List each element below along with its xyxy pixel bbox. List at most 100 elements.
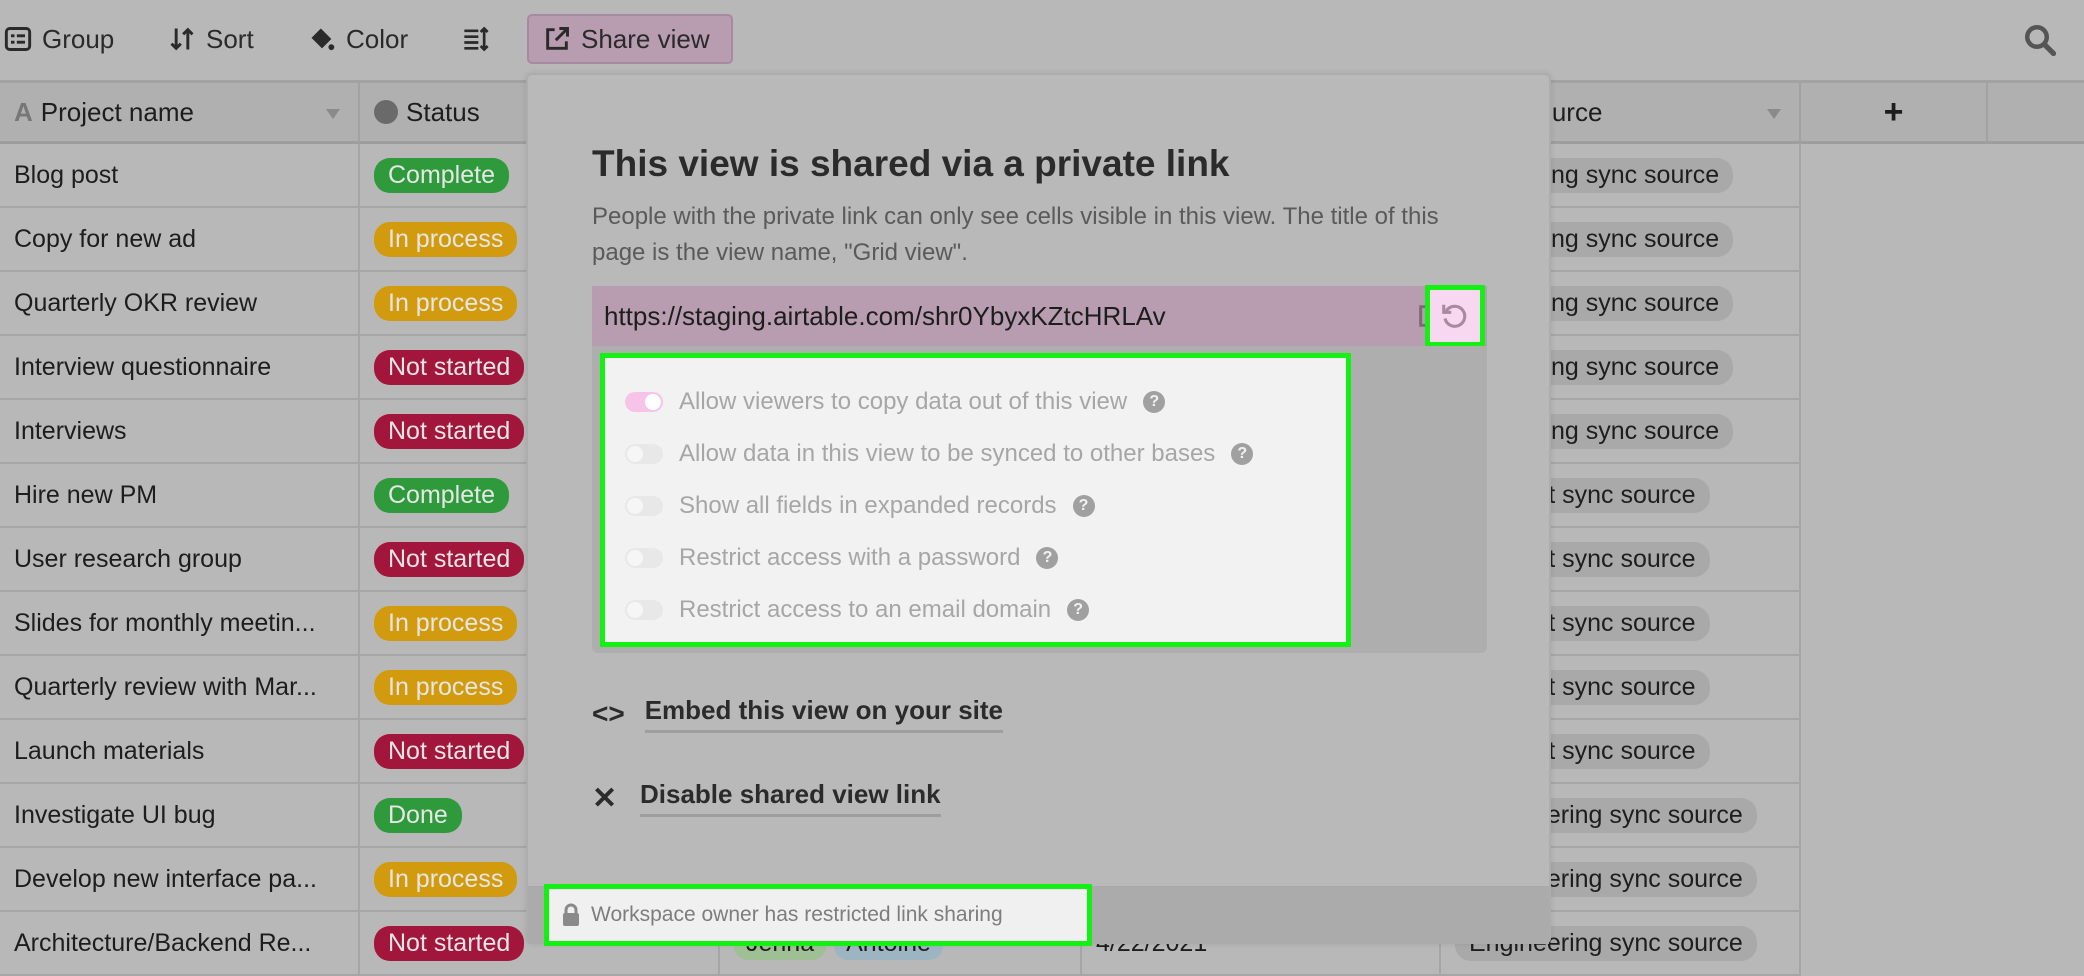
header-label: Status [406,96,480,127]
popover-footer: Workspace owner has restricted link shar… [528,884,1549,946]
color-button[interactable]: Color [308,14,408,64]
project-name: Investigate UI bug [14,800,216,829]
header-label: Project name [40,96,194,127]
project-name: Slides for monthly meetin... [14,608,316,637]
status-badge: In process [374,605,518,641]
status-badge: Not started [374,349,525,385]
search-icon[interactable] [2022,22,2058,58]
paint-bucket-icon [311,28,335,51]
disable-shared-link[interactable]: ✕ Disable shared view link [592,779,941,817]
help-icon[interactable]: ? [1231,443,1254,465]
project-name-cell[interactable]: Interview questionnaire [0,336,360,398]
sort-button[interactable]: Sort [168,14,254,64]
project-name: Interviews [14,416,127,445]
share-option: Allow data in this view to be synced to … [625,440,1254,468]
status-badge: In process [374,221,518,257]
help-icon[interactable]: ? [1036,547,1059,569]
status-badge: In process [374,861,518,897]
caret-down-icon[interactable] [1767,109,1781,119]
project-name-cell[interactable]: Quarterly review with Mar... [0,656,360,718]
project-name: Develop new interface pa... [14,864,317,893]
help-icon[interactable]: ? [1067,599,1090,621]
popover-title: This view is shared via a private link [592,143,1230,184]
project-name-cell[interactable]: Interviews [0,400,360,462]
toggle-switch[interactable] [625,548,663,568]
project-name: Hire new PM [14,480,158,509]
sort-label: Sort [206,23,254,54]
status-badge: Not started [374,733,525,769]
share-view-label: Share view [581,23,710,54]
status-badge: Done [374,797,462,833]
project-name-cell[interactable]: Architecture/Backend Re... [0,912,360,974]
project-name-cell[interactable]: User research group [0,528,360,590]
share-view-popover: This view is shared via a private link P… [526,73,1551,946]
status-badge: Not started [374,413,525,449]
option-label: Show all fields in expanded records [679,492,1057,519]
caret-down-icon[interactable] [326,109,340,119]
add-field-button[interactable]: + [1801,80,1988,144]
option-label: Allow viewers to copy data out of this v… [679,388,1128,415]
header-project-name[interactable]: A Project name [0,80,360,144]
group-button[interactable]: Group [4,14,114,64]
share-view-button[interactable]: Share view [527,14,733,64]
add-label: + [1883,92,1904,131]
row-height-icon [464,26,489,52]
sort-icon [170,27,194,51]
row-height-button[interactable] [462,14,490,64]
option-label: Restrict access to an email domain [679,596,1052,623]
restricted-label: Workspace owner has restricted link shar… [591,903,1003,926]
project-name: Copy for new ad [14,224,197,253]
share-option: Restrict access with a password? [625,544,1059,572]
status-badge: Not started [374,541,525,577]
group-label: Group [42,23,115,54]
status-badge: In process [374,285,518,321]
disable-label: Disable shared view link [640,779,941,817]
header-empty [1988,80,2084,144]
status-badge: Complete [374,477,509,513]
share-options: Allow viewers to copy data out of this v… [600,353,1351,647]
toggle-switch[interactable] [625,392,663,412]
share-option: Restrict access to an email domain? [625,596,1090,624]
project-name-cell[interactable]: Blog post [0,144,360,206]
project-name-cell[interactable]: Hire new PM [0,464,360,526]
lock-icon [563,903,579,926]
single-select-icon [374,100,398,124]
share-link-field[interactable]: https://staging.airtable.com/shr0YbyxKZt… [592,285,1487,347]
close-icon: ✕ [592,781,618,815]
help-icon[interactable]: ? [1143,391,1166,413]
group-icon [4,27,32,51]
project-name-cell[interactable]: Investigate UI bug [0,784,360,846]
toggle-switch[interactable] [625,600,663,620]
status-badge: In process [374,669,518,705]
view-toolbar: Group Sort Color Share view [0,0,2084,80]
project-name-cell[interactable]: Launch materials [0,720,360,782]
refresh-icon [1442,304,1467,328]
project-name-cell[interactable]: Quarterly OKR review [0,272,360,334]
status-badge: Not started [374,925,525,961]
project-name: Quarterly OKR review [14,288,258,317]
toggle-switch[interactable] [625,496,663,516]
text-field-icon: A [14,96,33,127]
project-name-cell[interactable]: Develop new interface pa... [0,848,360,910]
toggle-switch[interactable] [625,444,663,464]
project-name: User research group [14,544,242,573]
color-label: Color [346,23,409,54]
help-icon[interactable]: ? [1072,495,1095,517]
project-name-cell[interactable]: Slides for monthly meetin... [0,592,360,654]
restricted-sharing-notice: Workspace owner has restricted link shar… [544,884,1092,946]
regenerate-link-button[interactable] [1425,285,1485,347]
share-icon [546,27,569,50]
project-name-cell[interactable]: Copy for new ad [0,208,360,270]
embed-view-link[interactable]: <> Embed this view on your site [592,695,1004,733]
status-badge: Complete [374,157,509,193]
share-option: Show all fields in expanded records? [625,492,1095,520]
share-option: Allow viewers to copy data out of this v… [625,388,1166,416]
option-label: Allow data in this view to be synced to … [679,440,1216,467]
project-name: Architecture/Backend Re... [14,928,312,957]
project-name: Interview questionnaire [14,352,272,381]
option-label: Restrict access with a password [679,544,1021,571]
share-link-url[interactable]: https://staging.airtable.com/shr0YbyxKZt… [604,301,1166,332]
project-name: Launch materials [14,736,205,765]
code-icon: <> [592,698,625,729]
project-name: Blog post [14,160,119,189]
